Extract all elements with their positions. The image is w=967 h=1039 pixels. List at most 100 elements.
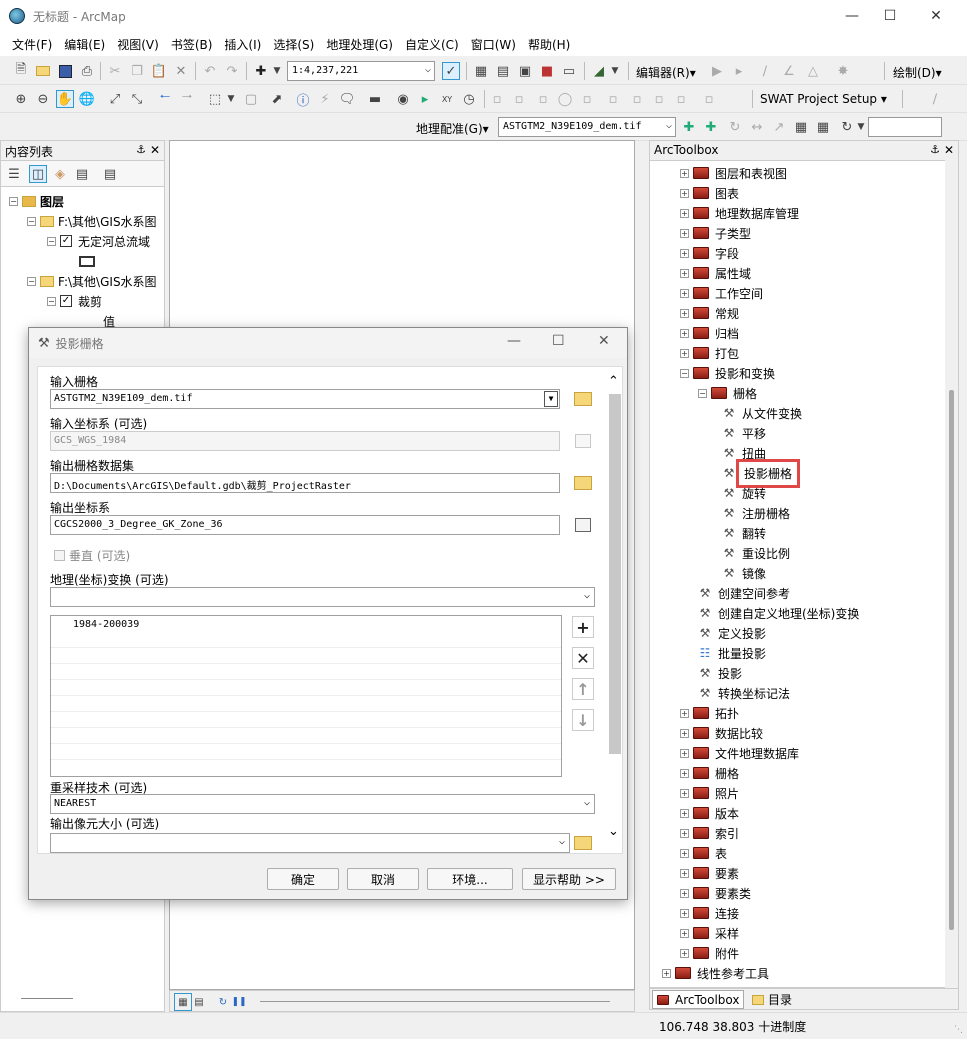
- scale-icon[interactable]: ↗: [770, 118, 788, 136]
- tab-arctoolbox[interactable]: ArcToolbox: [652, 990, 745, 1009]
- toolbox-item[interactable]: + 图表: [680, 183, 739, 203]
- scroll-thumb[interactable]: [609, 394, 621, 754]
- tool-item[interactable]: ⚒ 投影: [698, 663, 742, 683]
- expand-icon[interactable]: +: [680, 348, 689, 358]
- search-window-icon[interactable]: ▣: [516, 62, 534, 80]
- cellsize-combo[interactable]: ⌵: [50, 833, 570, 853]
- toolbox-item[interactable]: + 归档: [680, 323, 739, 343]
- scroll-thumb[interactable]: [949, 390, 954, 930]
- add-control-points-icon[interactable]: ✚: [680, 118, 698, 136]
- go-to-xy-icon[interactable]: XY: [438, 90, 456, 108]
- tool-item[interactable]: ⚒ 定义投影: [698, 623, 766, 643]
- toolbox-item[interactable]: + 连接: [680, 903, 739, 923]
- edit-tool-icon[interactable]: ▶: [708, 62, 726, 80]
- tool-item[interactable]: ⚒ 从文件变换: [722, 403, 802, 423]
- table-window-icon[interactable]: ▦: [472, 62, 490, 80]
- find-route-icon[interactable]: ▸: [416, 90, 434, 108]
- clear-selection-icon[interactable]: ▢: [242, 90, 260, 108]
- toc-hscroll[interactable]: [21, 998, 73, 999]
- polygon-symbol[interactable]: [79, 251, 95, 271]
- toc-layers-root[interactable]: − 图层: [9, 191, 64, 211]
- chevron-down-icon[interactable]: ▼: [544, 391, 558, 407]
- input-raster-field[interactable]: ASTGTM2_N39E109_dem.tif ▼: [50, 389, 560, 409]
- tool-item[interactable]: ⚒ 翻转: [722, 523, 766, 543]
- new-document-icon[interactable]: 🗎: [12, 62, 30, 80]
- editor-menu[interactable]: 编辑器(R)▾: [636, 64, 696, 81]
- viewer-icon[interactable]: ▦: [792, 118, 810, 136]
- tab-catalog[interactable]: 目录: [748, 990, 796, 1009]
- print-icon[interactable]: ⎙: [78, 62, 96, 80]
- draw-tool-icon[interactable]: ▫: [672, 90, 690, 108]
- swat-project-setup-menu[interactable]: SWAT Project Setup ▾: [760, 92, 887, 106]
- draw-tool-icon[interactable]: ▫: [628, 90, 646, 108]
- tool-item[interactable]: ⚒ 平移: [722, 423, 766, 443]
- list-by-selection-icon[interactable]: ▤: [73, 165, 91, 183]
- draw-tool-icon[interactable]: ▫: [604, 90, 622, 108]
- zoom-out-icon[interactable]: ⊖: [34, 90, 52, 108]
- menu-windows[interactable]: 窗口(W): [465, 36, 522, 53]
- fixed-zoom-out-icon[interactable]: ⤡: [128, 90, 146, 108]
- draw-tool-icon[interactable]: ▫: [534, 90, 552, 108]
- layer-visibility-checkbox[interactable]: ✓: [60, 295, 72, 307]
- list-by-drawing-order-icon[interactable]: ☰: [5, 165, 23, 183]
- back-arrow-icon[interactable]: 🠀: [156, 90, 174, 108]
- toolbox-item[interactable]: + 表: [680, 843, 727, 863]
- toolbox-item[interactable]: + 要素: [680, 863, 739, 883]
- draw-menu[interactable]: 绘制(D)▾: [893, 64, 942, 81]
- tool-item[interactable]: ⚒ 镜像: [722, 563, 766, 583]
- expand-icon[interactable]: +: [680, 768, 689, 778]
- toolbox-item[interactable]: + 版本: [680, 803, 739, 823]
- menu-geoprocessing[interactable]: 地理处理(G): [320, 36, 399, 53]
- expand-icon[interactable]: +: [680, 248, 689, 258]
- forward-arrow-icon[interactable]: 🠂: [178, 90, 196, 108]
- expand-icon[interactable]: +: [680, 728, 689, 738]
- output-crs-field[interactable]: CGCS2000_3_Degree_GK_Zone_36: [50, 515, 560, 535]
- expand-icon[interactable]: +: [680, 908, 689, 918]
- draw-line-icon[interactable]: ∕: [926, 90, 944, 108]
- cancel-button[interactable]: 取消: [347, 868, 419, 890]
- expand-icon[interactable]: +: [680, 228, 689, 238]
- resize-grip-icon[interactable]: ⋱: [954, 1025, 963, 1035]
- toolbox-item[interactable]: + 要素类: [680, 883, 751, 903]
- endpoint-arc-icon[interactable]: ∠: [780, 62, 798, 80]
- toolbox-item[interactable]: + 采样: [680, 923, 739, 943]
- menu-insert[interactable]: 插入(I): [218, 36, 267, 53]
- expand-icon[interactable]: +: [680, 308, 689, 318]
- expand-icon[interactable]: +: [680, 748, 689, 758]
- minimize-button[interactable]: —: [507, 333, 521, 349]
- menu-selection[interactable]: 选择(S): [267, 36, 320, 53]
- add-data-dropdown-icon[interactable]: ▼: [268, 62, 286, 80]
- move-up-arrow-icon[interactable]: ↑: [572, 678, 594, 700]
- collapse-icon[interactable]: −: [27, 276, 36, 286]
- tool-item[interactable]: ☷ 批量投影: [698, 643, 766, 663]
- rotate-icon[interactable]: ↻: [726, 118, 744, 136]
- ok-button[interactable]: 确定: [267, 868, 339, 890]
- toolbox-item[interactable]: + 打包: [680, 343, 739, 363]
- measure-icon[interactable]: ▬: [366, 90, 384, 108]
- scroll-up-arrow-icon[interactable]: ⌃: [608, 374, 619, 389]
- auto-control-points-icon[interactable]: ✚: [702, 118, 720, 136]
- toolbox-item[interactable]: + 附件: [680, 943, 739, 963]
- hyperlink-icon[interactable]: ⚡: [316, 90, 334, 108]
- menu-help[interactable]: 帮助(H): [522, 36, 576, 53]
- draw-tool-icon[interactable]: ▫: [510, 90, 528, 108]
- toc-source-folder[interactable]: − F:\其他\GIS水系图: [27, 211, 157, 231]
- layout-view-icon[interactable]: ▤: [190, 993, 208, 1011]
- toolbox-item[interactable]: + 子类型: [680, 223, 751, 243]
- zoom-in-icon[interactable]: ⊕: [12, 90, 30, 108]
- layer-visibility-checkbox[interactable]: ✓: [60, 235, 72, 247]
- editor-toolbar-toggle-icon[interactable]: ✓: [442, 62, 460, 80]
- expand-icon[interactable]: +: [662, 968, 671, 978]
- collapse-icon[interactable]: −: [698, 388, 707, 398]
- list-by-source-icon[interactable]: ◫: [29, 165, 47, 183]
- rotation-input[interactable]: [868, 117, 942, 137]
- expand-icon[interactable]: +: [680, 808, 689, 818]
- tool-item[interactable]: ⚒ 创建空间参考: [698, 583, 790, 603]
- toolbox-item[interactable]: + 地理数据库管理: [680, 203, 799, 223]
- menu-bookmarks[interactable]: 书签(B): [165, 36, 219, 53]
- move-down-arrow-icon[interactable]: ↓: [572, 709, 594, 731]
- save-icon[interactable]: [56, 62, 74, 80]
- pause-drawing-icon[interactable]: ❚❚: [230, 993, 248, 1011]
- parameters-scrollbar[interactable]: ⌃ ⌄: [606, 372, 622, 848]
- link-table-icon[interactable]: ▦: [814, 118, 832, 136]
